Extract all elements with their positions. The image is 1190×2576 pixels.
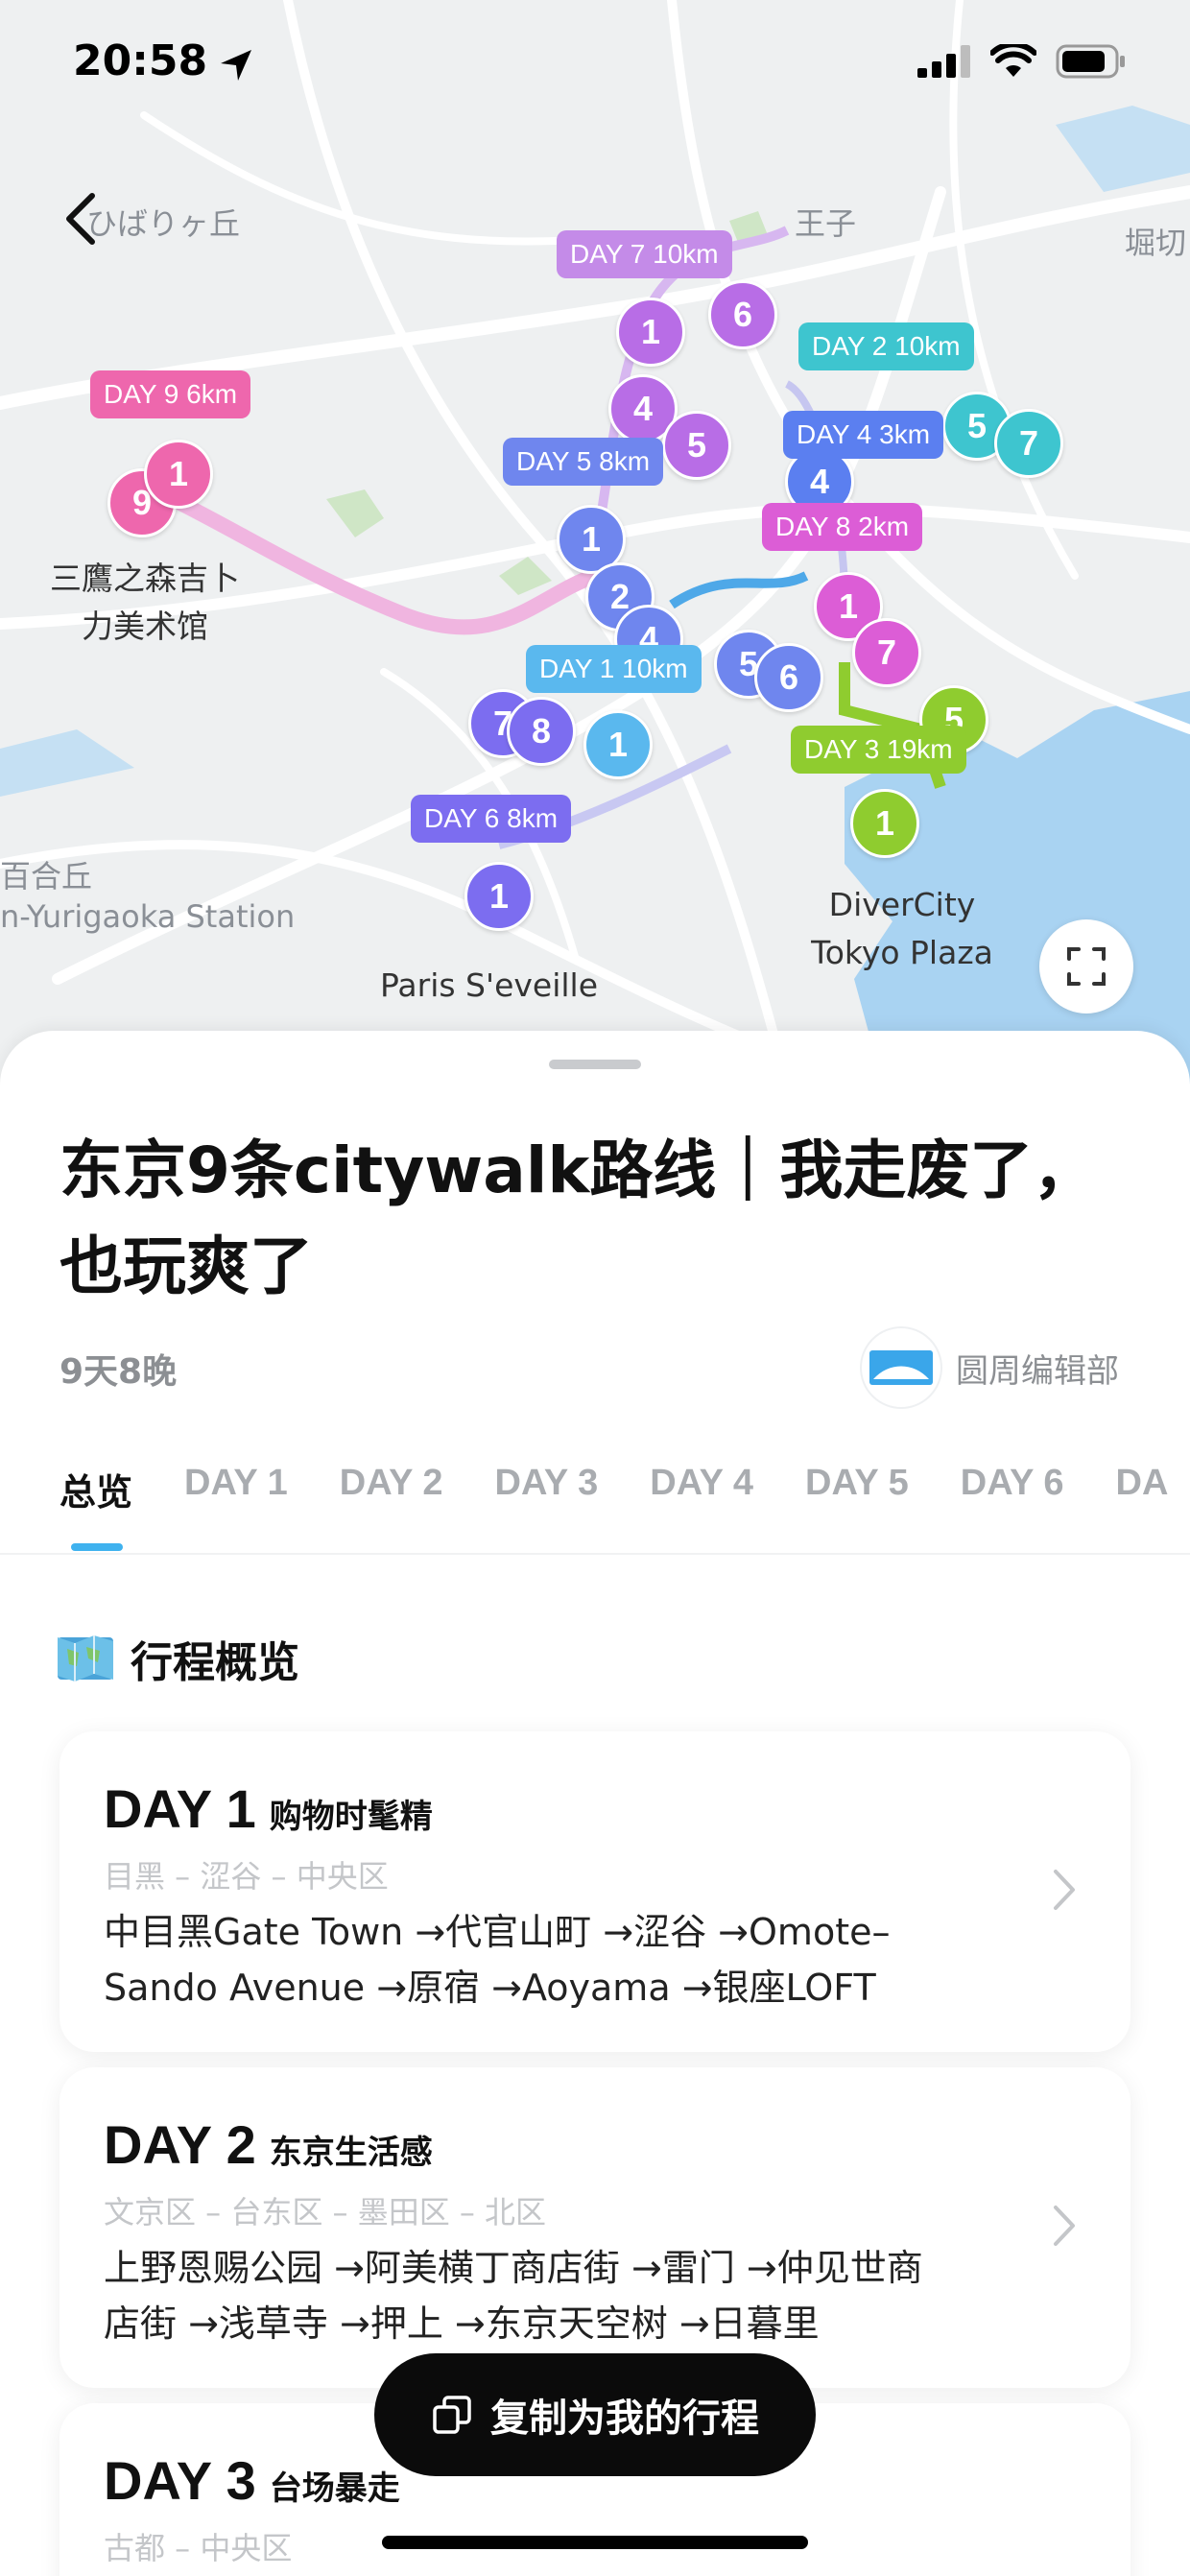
map-pin-day6-1[interactable]: 1: [464, 862, 534, 931]
map-pin-day6-8[interactable]: 8: [507, 697, 576, 766]
map-pin-day2-7[interactable]: 7: [994, 409, 1063, 478]
status-bar: 20:58: [0, 0, 1190, 125]
day-tag-day9[interactable]: DAY 9 6km: [90, 370, 251, 418]
map-pin-day3-1[interactable]: 1: [850, 789, 919, 858]
tab-divider: [0, 1553, 1190, 1555]
home-indicator: [382, 2536, 808, 2549]
wifi-icon: [990, 44, 1036, 77]
overview-title: 行程概览: [131, 1638, 299, 1687]
day-card-label: DAY 3: [104, 2450, 256, 2511]
fullscreen-icon: [1067, 947, 1106, 986]
day-card-route: 中目黑Gate Town →代官山町 →涩谷 →Omote– Sando Ave…: [104, 1904, 1025, 2015]
tab-day7-partial[interactable]: DA: [1116, 1463, 1169, 1515]
map-pin-day1-1[interactable]: 1: [583, 710, 653, 779]
tab-day5[interactable]: DAY 5: [805, 1463, 909, 1515]
place-oji: 王子: [795, 205, 857, 242]
day-tag-day8[interactable]: DAY 8 2km: [762, 503, 923, 551]
day-card-area: 目黑 – 涩谷 – 中央区: [104, 1858, 389, 1895]
place-paris: Paris S'eveille: [380, 966, 599, 1004]
author-logo: [860, 1326, 942, 1409]
day-card-1[interactable]: DAY 1 购物时髦精 目黑 – 涩谷 – 中央区 中目黑Gate Town →…: [60, 1731, 1130, 2052]
copy-itinerary-label: 复制为我的行程: [490, 2397, 759, 2441]
chevron-right-icon: [1054, 2206, 1075, 2246]
map-emoji-icon: [58, 1635, 113, 1682]
battery-icon: [1056, 44, 1125, 79]
copy-itinerary-button[interactable]: 复制为我的行程: [374, 2353, 816, 2476]
trip-title: 东京9条citywalk路线｜我走废了，也玩爽了: [60, 1133, 1097, 1303]
place-ghibli: 三鷹之森吉卜力美术馆: [50, 560, 240, 645]
day-card-area: 古都 – 中央区: [104, 2530, 293, 2566]
day-card-theme: 东京生活感: [269, 2134, 433, 2172]
day-card-label: DAY 2: [104, 2114, 256, 2175]
location-arrow-icon: [221, 50, 251, 81]
fullscreen-button[interactable]: [1039, 919, 1133, 1014]
place-yurigaoka-jp: 百合丘: [0, 858, 93, 894]
chevron-right-icon: [1054, 1870, 1075, 1910]
trip-duration: 9天8晚: [60, 1352, 178, 1392]
trip-sheet: 东京9条citywalk路线｜我走废了，也玩爽了 9天8晚 圆周编辑部 总览 D…: [0, 1031, 1190, 2576]
place-horikiri: 堀切: [1125, 225, 1187, 261]
day-tabs: 总览 DAY 1 DAY 2 DAY 3 DAY 4 DAY 5 DAY 6 D…: [60, 1463, 1169, 1551]
tab-day4[interactable]: DAY 4: [650, 1463, 753, 1515]
sheet-drag-handle[interactable]: [549, 1060, 641, 1069]
route-line: Sando Avenue →原宿 →Aoyama →银座LOFT: [104, 1967, 876, 2009]
route-line: 店街 →浅草寺 →押上 →东京天空树 →日暮里: [104, 2302, 820, 2345]
cellular-signal-icon: [917, 45, 970, 78]
day-card-theme: 台场暴走: [269, 2469, 400, 2508]
day-tag-day3[interactable]: DAY 3 19km: [791, 726, 966, 774]
tab-day2[interactable]: DAY 2: [340, 1463, 443, 1515]
day-card-route: 上野恩赐公园 →阿美横丁商店街 →雷门 →仲见世商 店街 →浅草寺 →押上 →东…: [104, 2240, 1025, 2351]
map-pin-day8-7[interactable]: 7: [852, 618, 921, 687]
author-logo-icon: [869, 1350, 933, 1385]
map-pin-day9-1[interactable]: 1: [144, 440, 213, 509]
day-card-2[interactable]: DAY 2 东京生活感 文京区 – 台东区 – 墨田区 – 北区 上野恩赐公园 …: [60, 2067, 1130, 2388]
place-yurigaoka-en: n-Yurigaoka Station: [0, 898, 296, 935]
day-tag-day2[interactable]: DAY 2 10km: [798, 322, 974, 370]
tab-overview[interactable]: 总览: [60, 1463, 132, 1551]
tab-day3[interactable]: DAY 3: [495, 1463, 599, 1515]
day-card-area: 文京区 – 台东区 – 墨田区 – 北区: [104, 2194, 547, 2230]
map-pin-day7-5[interactable]: 5: [662, 411, 731, 480]
day-tag-day1[interactable]: DAY 1 10km: [526, 645, 702, 693]
author-name: 圆周编辑部: [956, 1351, 1119, 1391]
map-pin-day5-6[interactable]: 6: [754, 643, 823, 712]
route-line: 上野恩赐公园 →阿美横丁商店街 →雷门 →仲见世商: [104, 2247, 923, 2289]
day-tag-day6[interactable]: DAY 6 8km: [411, 795, 572, 843]
day-card-theme: 购物时髦精: [269, 1798, 433, 1836]
day-tag-day7[interactable]: DAY 7 10km: [557, 230, 732, 278]
status-time: 20:58: [73, 36, 208, 85]
map-pin-day7-1[interactable]: 1: [616, 298, 685, 367]
day-tag-day5[interactable]: DAY 5 8km: [503, 438, 664, 486]
tab-day1[interactable]: DAY 1: [184, 1463, 288, 1515]
place-hibarigaoka: ひばりヶ丘: [86, 205, 241, 242]
map-pin-day7-6[interactable]: 6: [708, 280, 777, 349]
copy-icon: [433, 2396, 471, 2434]
day-tag-day4[interactable]: DAY 4 3km: [783, 411, 944, 459]
author-chip[interactable]: 圆周编辑部: [860, 1326, 1119, 1409]
overview-heading: 行程概览: [56, 1628, 299, 1689]
route-map[interactable]: 20:58 ひばりヶ丘 王子 堀切 三鷹之森吉卜力美术馆 百合丘 n-Yurig…: [0, 0, 1190, 1085]
day-card-label: DAY 1: [104, 1778, 256, 1839]
place-divercity: DiverCity Tokyo Plaza: [811, 886, 993, 971]
tab-day6[interactable]: DAY 6: [961, 1463, 1064, 1515]
route-line: 中目黑Gate Town →代官山町 →涩谷 →Omote–: [104, 1911, 891, 1953]
